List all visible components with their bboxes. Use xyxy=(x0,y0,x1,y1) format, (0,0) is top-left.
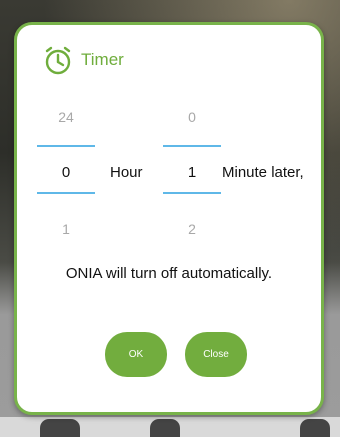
minute-next-value[interactable]: 2 xyxy=(163,221,221,237)
minute-previous-value[interactable]: 0 xyxy=(163,109,221,125)
close-button[interactable]: Close xyxy=(185,332,247,377)
dialog-title: Timer xyxy=(81,50,124,69)
background-shape xyxy=(150,419,180,437)
hour-unit-label: Hour xyxy=(110,164,143,181)
background-bottom xyxy=(0,417,340,437)
background-shape xyxy=(300,419,330,437)
hour-picker-bottom-divider xyxy=(37,192,95,194)
hour-previous-value[interactable]: 24 xyxy=(37,109,95,125)
background-shape xyxy=(40,419,80,437)
minute-picker-bottom-divider xyxy=(163,192,221,194)
minute-picker-top-divider xyxy=(163,145,221,147)
ok-button[interactable]: OK xyxy=(105,332,167,377)
hour-next-value[interactable]: 1 xyxy=(37,221,95,237)
timer-dialog: Timer 24 0 1 Hour 0 1 2 Minute later, ON… xyxy=(14,22,324,415)
auto-off-message: ONIA will turn off automatically. xyxy=(65,265,273,282)
dialog-header: Timer xyxy=(43,45,124,75)
hour-picker-top-divider xyxy=(37,145,95,147)
stopwatch-icon xyxy=(43,45,73,75)
minute-unit-label: Minute later, xyxy=(222,164,304,181)
hour-current-value[interactable]: 0 xyxy=(37,164,95,181)
minute-current-value[interactable]: 1 xyxy=(163,164,221,181)
